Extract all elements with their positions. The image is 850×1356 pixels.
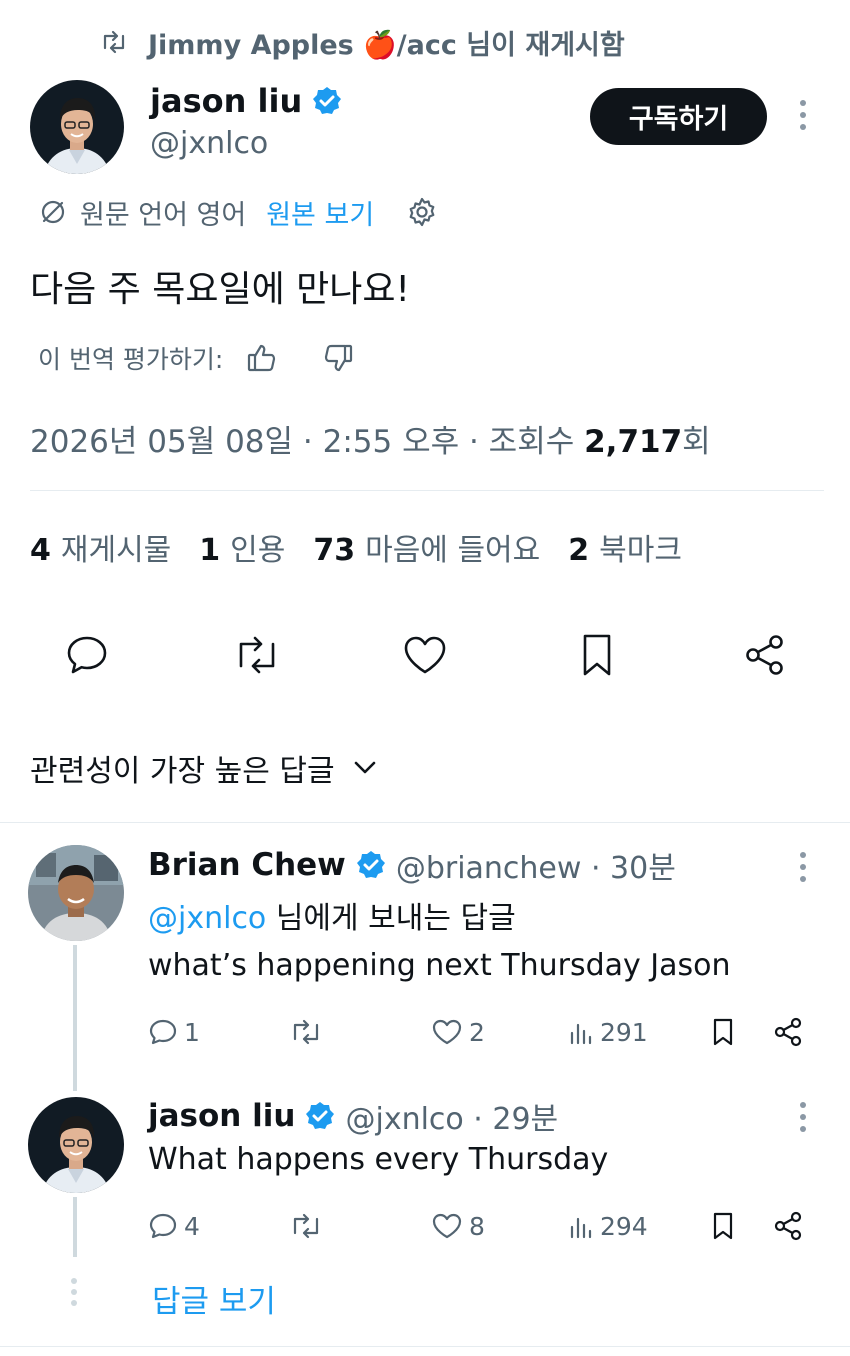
view-count: 294: [600, 1211, 648, 1241]
reply-like-button[interactable]: 8: [431, 1204, 485, 1248]
translation-row: 원문 언어 영어 원본 보기: [38, 190, 438, 234]
reply-sort-dropdown[interactable]: 관련성이 가장 높은 답글: [30, 746, 377, 790]
repost-action-icon[interactable]: [232, 630, 282, 680]
author-handle[interactable]: @jxnlco: [150, 126, 268, 161]
author-name-row[interactable]: jason liu: [150, 82, 342, 120]
like-count: 8: [469, 1211, 485, 1241]
reply-header: Brian Chew @brianchew · 30분: [148, 843, 676, 887]
tweet-timestamp-row: 2026년 05월 08일 · 2:55 오후 · 조회수 2,717회: [30, 416, 711, 461]
show-original-link[interactable]: 원본 보기: [266, 193, 374, 232]
reply-repost-icon[interactable]: [288, 1010, 324, 1054]
stat-quotes[interactable]: 1 인용: [199, 525, 285, 569]
tweet-timestamp[interactable]: 2026년 05월 08일 · 2:55 오후 · 조회수: [30, 424, 574, 460]
reply-avatar-jason[interactable]: [28, 1097, 124, 1193]
reply-comment-button[interactable]: 4: [148, 1204, 200, 1248]
stat-bookmarks[interactable]: 2 북마크: [568, 525, 682, 569]
share-icon[interactable]: [772, 1010, 804, 1054]
repost-header[interactable]: Jimmy Apples 🍎/acc 님이 재게시함: [100, 22, 625, 62]
reply-like-button[interactable]: 2: [431, 1010, 485, 1054]
tweet-action-bar: [0, 620, 850, 690]
rate-translation-label: 이 번역 평가하기:: [38, 345, 224, 374]
reply-handle-time[interactable]: @brianchew · 30분: [396, 843, 676, 887]
translate-icon: [38, 197, 68, 227]
thumbs-up-icon[interactable]: [245, 341, 279, 375]
thumbs-down-icon[interactable]: [321, 341, 355, 375]
reply-sort-label: 관련성이 가장 높은 답글: [30, 754, 335, 789]
thread-connector-line: [73, 1197, 77, 1257]
reply-avatar-brian[interactable]: [28, 845, 124, 941]
reply-author-name[interactable]: jason liu: [148, 1098, 295, 1134]
engagement-stats: 4 재게시물 1 인용 73 마음에 들어요 2 북마크: [30, 525, 682, 569]
verified-badge-icon: [356, 850, 386, 880]
subscribe-button[interactable]: 구독하기: [590, 88, 767, 145]
divider: [30, 490, 824, 491]
thread-connector-line: [73, 945, 77, 1091]
apple-emoji: 🍎: [363, 29, 397, 61]
reply-views-button[interactable]: 294: [568, 1204, 648, 1248]
repost-user[interactable]: Jimmy Apples: [148, 30, 354, 61]
more-options-icon[interactable]: [800, 1102, 806, 1132]
reply-text: what’s happening next Thursday Jason: [148, 948, 731, 983]
share-icon[interactable]: [772, 1204, 804, 1248]
rate-translation-row: 이 번역 평가하기:: [38, 336, 355, 380]
thread-continuation-dots: [71, 1278, 77, 1306]
repost-icon: [100, 30, 128, 54]
translation-settings-gear-icon[interactable]: [406, 196, 438, 228]
author-name[interactable]: jason liu: [150, 82, 302, 120]
reply-header: jason liu @jxnlco · 29분: [148, 1094, 558, 1138]
like-heart-icon[interactable]: [400, 630, 450, 680]
replying-to-row: @jxnlco 님에게 보내는 답글: [148, 893, 516, 937]
reply-text: What happens every Thursday: [148, 1142, 609, 1177]
tweet-text: 다음 주 목요일에 만나요!: [30, 269, 410, 310]
reply-views-button[interactable]: 291: [568, 1010, 648, 1054]
chevron-down-icon: [353, 760, 377, 776]
stat-likes[interactable]: 73 마음에 들어요: [313, 525, 540, 569]
replying-to-suffix: 님에게 보내는 답글: [266, 901, 516, 936]
verified-badge-icon: [312, 86, 342, 116]
bookmark-icon[interactable]: [572, 630, 622, 680]
show-replies-link[interactable]: 답글 보기: [152, 1276, 276, 1321]
view-count: 291: [600, 1017, 648, 1047]
divider: [0, 822, 850, 823]
source-language-label: 원문 언어 영어: [80, 199, 247, 231]
reply-count: 1: [184, 1017, 200, 1047]
reply-author-name[interactable]: Brian Chew: [148, 847, 346, 883]
verified-badge-icon: [305, 1101, 335, 1131]
reply-action-bar: 4 8 294: [148, 1204, 848, 1248]
reply-count: 4: [184, 1211, 200, 1241]
bookmark-icon[interactable]: [710, 1010, 736, 1054]
more-options-icon[interactable]: [800, 852, 806, 882]
more-options-icon[interactable]: [800, 100, 806, 130]
like-count: 2: [469, 1017, 485, 1047]
divider: [0, 1346, 850, 1347]
reply-handle-time[interactable]: @jxnlco · 29분: [345, 1094, 558, 1138]
replying-to-handle[interactable]: @jxnlco: [148, 901, 266, 936]
reply-action-bar: 1 2 291: [148, 1010, 848, 1054]
share-icon[interactable]: [740, 630, 790, 680]
reply-icon[interactable]: [62, 630, 112, 680]
bookmark-icon[interactable]: [710, 1204, 736, 1248]
view-count-suffix: 회: [682, 424, 711, 460]
author-avatar[interactable]: [30, 80, 124, 174]
repost-suffix: /acc 님이 재게시함: [396, 29, 625, 61]
reply-repost-icon[interactable]: [288, 1204, 324, 1248]
view-count: 2,717: [584, 424, 683, 460]
reply-comment-button[interactable]: 1: [148, 1010, 200, 1054]
stat-reposts[interactable]: 4 재게시물: [30, 525, 171, 569]
